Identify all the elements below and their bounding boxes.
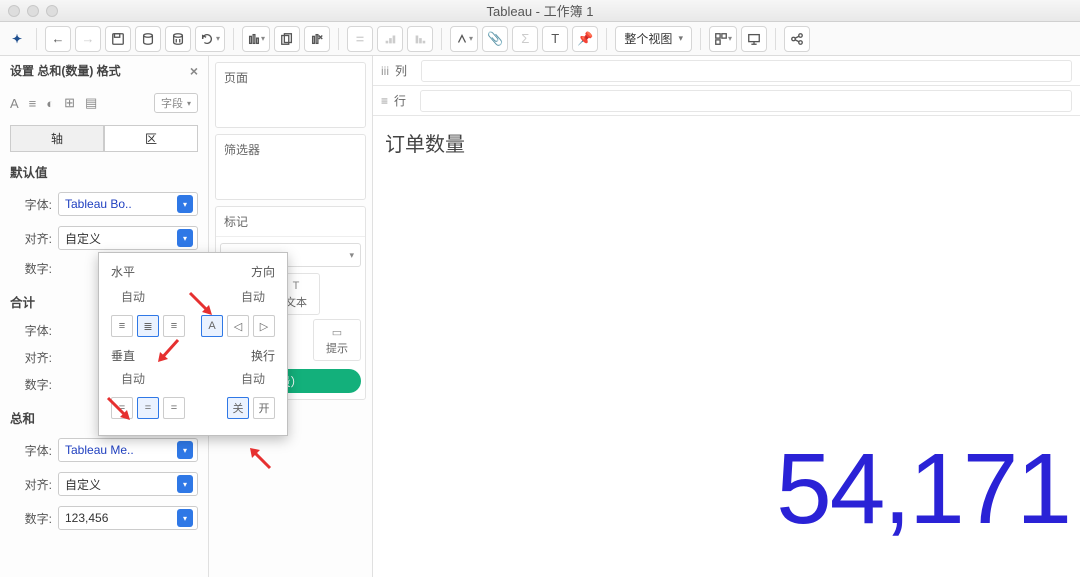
refresh-button[interactable]: ▾: [195, 26, 225, 52]
select-align-default[interactable]: 自定义 ▾: [58, 226, 198, 250]
direction-down-button[interactable]: ◁: [227, 315, 249, 337]
popup-dir-auto-label: 自动: [241, 288, 265, 305]
format-border-icon[interactable]: ⊞: [64, 95, 75, 111]
visualization-canvas[interactable]: 订单数量 54,171: [373, 116, 1080, 577]
view-area: iii 列 ≡ 行 订单数量 54,171: [373, 56, 1080, 577]
duplicate-sheet-button[interactable]: [274, 26, 300, 52]
highlight-button[interactable]: ▾: [450, 26, 478, 52]
popup-direction-label: 方向: [251, 263, 275, 280]
sort-asc-button[interactable]: [377, 26, 403, 52]
v-align-middle-button[interactable]: =: [137, 397, 159, 419]
back-button[interactable]: ←: [45, 26, 71, 52]
totals-button[interactable]: Σ: [512, 26, 538, 52]
swap-axes-button[interactable]: [347, 26, 373, 52]
filters-card-title: 筛选器: [216, 135, 365, 164]
new-data-button[interactable]: [135, 26, 161, 52]
label-font-default: 字体:: [10, 196, 52, 213]
wrap-off-button[interactable]: 关: [227, 397, 249, 419]
popup-wrap-auto-label: 自动: [241, 370, 265, 387]
rows-icon: ≡: [381, 94, 388, 108]
labels-button[interactable]: T: [542, 26, 568, 52]
h-align-right-button[interactable]: ≡: [163, 315, 185, 337]
label-number-total: 数字:: [10, 510, 52, 527]
format-scope-tabs: 轴 区: [10, 125, 198, 152]
format-font-icon[interactable]: A: [10, 96, 19, 111]
new-worksheet-button[interactable]: ▾: [242, 26, 270, 52]
label-font-total: 字体:: [10, 442, 52, 459]
format-panel-close-icon[interactable]: ×: [190, 63, 198, 79]
main-toolbar: ✦ ← → ▾ ▾ ▾ 📎 Σ T 📌 整个视图 ▾ ▾: [0, 22, 1080, 56]
label-number-default: 数字:: [10, 260, 52, 277]
share-button[interactable]: [784, 26, 810, 52]
tableau-logo-icon: ✦: [6, 28, 28, 50]
viz-title[interactable]: 订单数量: [385, 128, 1068, 157]
pin-button[interactable]: 📌: [572, 26, 598, 52]
pause-data-button[interactable]: [165, 26, 191, 52]
label-align-total: 对齐:: [10, 476, 52, 493]
viz-value: 54,171: [776, 432, 1070, 547]
label-align-subtotal: 对齐:: [10, 349, 52, 366]
clear-sheet-button[interactable]: [304, 26, 330, 52]
h-align-center-button[interactable]: ≣: [137, 315, 159, 337]
columns-shelf[interactable]: iii 列: [373, 56, 1080, 86]
rows-shelf[interactable]: ≡ 行: [373, 86, 1080, 116]
marks-tooltip-button[interactable]: ▭ 提示: [313, 319, 361, 361]
pages-card[interactable]: 页面: [215, 62, 366, 128]
format-shading-icon[interactable]: ◐: [46, 96, 54, 111]
select-align-total[interactable]: 自定义 ▾: [58, 472, 198, 496]
label-number-subtotal: 数字:: [10, 376, 52, 393]
tab-axis[interactable]: 轴: [10, 125, 104, 151]
window-controls: [8, 5, 58, 17]
pages-card-title: 页面: [216, 63, 365, 92]
columns-shelf-dropzone[interactable]: [421, 60, 1072, 82]
select-font-total[interactable]: Tableau Me.. ▾: [58, 438, 198, 462]
presentation-mode-button[interactable]: [741, 26, 767, 52]
fit-dropdown-label: 整个视图: [624, 30, 672, 47]
alignment-popup: 水平 方向 自动 自动 ≡ ≣ ≡ A ◁ ▷ 垂直 换行 自动 自动 = = …: [98, 252, 288, 436]
save-button[interactable]: [105, 26, 131, 52]
window-titlebar: Tableau - 工作簿 1: [0, 0, 1080, 22]
popup-wrap-label: 换行: [251, 347, 275, 364]
wrap-on-button[interactable]: 开: [253, 397, 275, 419]
tooltip-icon: ▭: [314, 324, 360, 340]
format-field-dropdown[interactable]: 字段▾: [154, 93, 198, 113]
fit-dropdown[interactable]: 整个视图 ▾: [615, 26, 692, 52]
rows-shelf-label: 行: [394, 92, 406, 109]
popup-v-auto-label: 自动: [121, 370, 145, 387]
format-align-icon[interactable]: ≡: [29, 96, 37, 111]
select-font-default[interactable]: Tableau Bo.. ▾: [58, 192, 198, 216]
v-align-top-button[interactable]: =: [111, 397, 133, 419]
label-font-subtotal: 字体:: [10, 322, 52, 339]
select-number-total[interactable]: 123,456 ▾: [58, 506, 198, 530]
columns-shelf-label: 列: [395, 62, 407, 79]
show-me-button[interactable]: ▾: [709, 26, 737, 52]
forward-button[interactable]: →: [75, 26, 101, 52]
format-panel-title: 设置 总和(数量) 格式: [10, 62, 121, 79]
rows-shelf-dropzone[interactable]: [420, 90, 1072, 112]
zoom-window-button[interactable]: [46, 5, 58, 17]
direction-horizontal-button[interactable]: A: [201, 315, 223, 337]
minimize-window-button[interactable]: [27, 5, 39, 17]
popup-vertical-label: 垂直: [111, 347, 135, 364]
popup-horizontal-label: 水平: [111, 263, 135, 280]
marks-card-title: 标记: [216, 207, 365, 237]
section-default: 默认值: [10, 152, 198, 187]
sort-desc-button[interactable]: [407, 26, 433, 52]
format-lines-icon[interactable]: ▤: [85, 95, 97, 111]
columns-icon: iii: [381, 64, 389, 78]
h-align-left-button[interactable]: ≡: [111, 315, 133, 337]
close-window-button[interactable]: [8, 5, 20, 17]
popup-h-auto-label: 自动: [121, 288, 145, 305]
filters-card[interactable]: 筛选器: [215, 134, 366, 200]
tab-pane[interactable]: 区: [104, 125, 198, 151]
group-button[interactable]: 📎: [482, 26, 508, 52]
v-align-bottom-button[interactable]: =: [163, 397, 185, 419]
direction-up-button[interactable]: ▷: [253, 315, 275, 337]
label-align-default: 对齐:: [10, 230, 52, 247]
window-title: Tableau - 工作簿 1: [487, 1, 594, 20]
